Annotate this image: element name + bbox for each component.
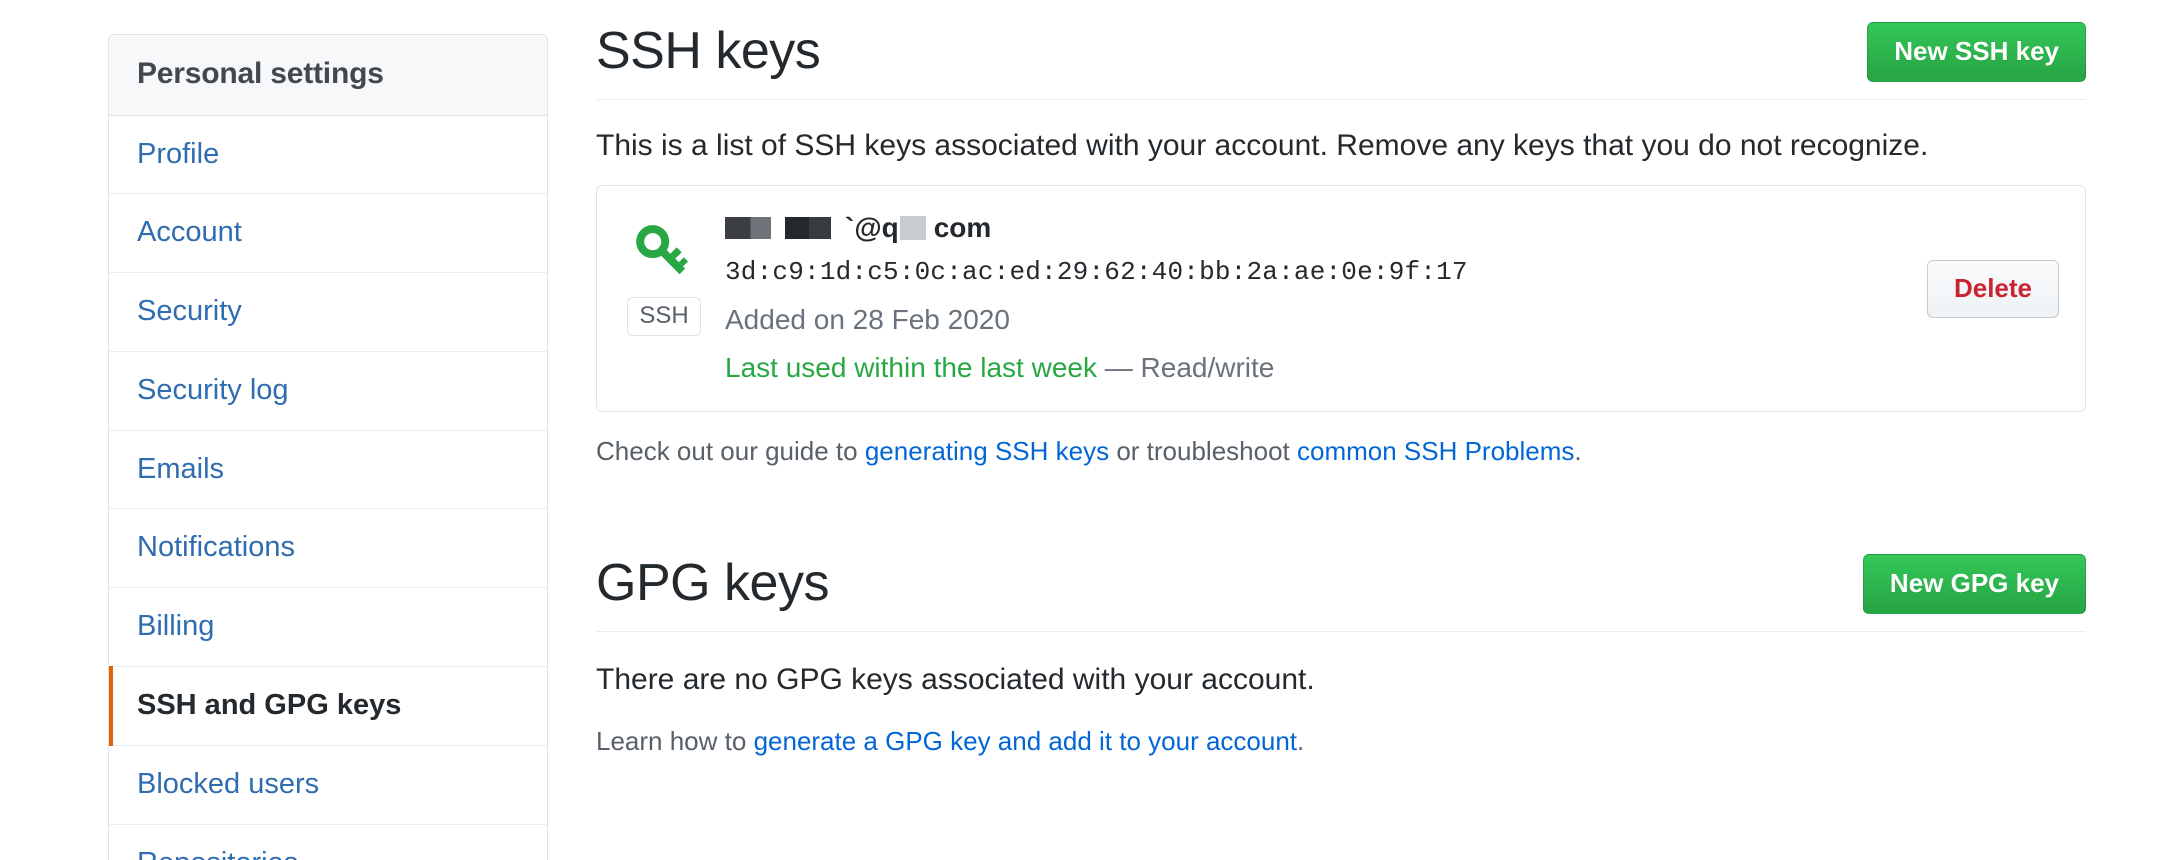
redaction-block — [725, 216, 771, 239]
sidebar-item-label: Account — [137, 216, 242, 249]
page-title: SSH keys — [596, 22, 821, 80]
settings-sidebar: Personal settings Profile Account Securi… — [108, 34, 548, 860]
ssh-key-fingerprint: 3d:c9:1d:c5:0c:ac:ed:29:62:40:bb:2a:ae:0… — [725, 257, 1468, 288]
new-gpg-key-button[interactable]: New GPG key — [1862, 553, 2086, 615]
ssh-help-suffix: . — [1574, 435, 1582, 466]
ssh-key-last-used: Last used within the last week — Read/wr… — [725, 350, 1907, 386]
ssh-key-actions: Delete — [1907, 208, 2059, 319]
ssh-key-title: `@q com — [725, 210, 1907, 245]
ssh-help-line: Check out our guide to generating SSH ke… — [596, 434, 2086, 469]
sidebar-header: Personal settings — [109, 35, 547, 116]
gpg-learn-suffix: . — [1297, 726, 1305, 757]
settings-page: Personal settings Profile Account Securi… — [0, 0, 2172, 860]
ssh-key-card: SSH `@q com 3d:c9:1d:c5:0c:ac:ed:29:62:4… — [596, 185, 2086, 412]
sidebar-item-security-log[interactable]: Security log — [109, 351, 547, 431]
sidebar-item-label: Profile — [137, 137, 220, 170]
sidebar-item-blocked-users[interactable]: Blocked users — [109, 745, 547, 825]
sidebar-item-label: Billing — [137, 610, 215, 643]
ssh-key-last-used-text: Last used within the last week — [725, 352, 1097, 384]
gpg-learn-prefix: Learn how to — [596, 726, 754, 757]
sidebar-item-ssh-and-gpg-keys[interactable]: SSH and GPG keys — [109, 666, 547, 746]
generate-gpg-key-link[interactable]: generate a GPG key and add it to your ac… — [754, 726, 1297, 756]
sidebar-item-label: Security log — [137, 373, 289, 406]
ssh-key-access-level: — Read/write — [1104, 352, 1275, 384]
ssh-key-added-date: Added on 28 Feb 2020 — [725, 303, 1010, 335]
sidebar-item-label: Repositories — [137, 847, 298, 860]
ssh-key-title-visible: `@q — [845, 212, 899, 244]
ssh-key-title-suffix: com — [933, 212, 992, 244]
sidebar-item-profile[interactable]: Profile — [109, 115, 547, 195]
sidebar-item-label: Blocked users — [137, 767, 320, 800]
sidebar-item-billing[interactable]: Billing — [109, 588, 547, 668]
redaction-block — [785, 216, 831, 239]
key-icon — [635, 222, 693, 289]
delete-ssh-key-button[interactable]: Delete — [1926, 260, 2059, 319]
sidebar-item-emails[interactable]: Emails — [109, 430, 547, 510]
ssh-keys-description: This is a list of SSH keys associated wi… — [596, 129, 1929, 163]
ssh-help-prefix: Check out our guide to — [596, 435, 865, 466]
gpg-keys-section: GPG keys New GPG key There are no GPG ke… — [596, 553, 2086, 759]
ssh-key-details: `@q com 3d:c9:1d:c5:0c:ac:ed:29:62:40:bb… — [707, 208, 1907, 387]
ssh-type-badge: SSH — [627, 297, 701, 337]
gpg-empty-message: There are no GPG keys associated with yo… — [596, 663, 1315, 697]
main-content: SSH keys New SSH key This is a list of S… — [596, 22, 2086, 759]
sidebar-item-label: Security — [137, 295, 242, 328]
sidebar-item-label: Notifications — [137, 531, 295, 564]
sidebar-item-label: SSH and GPG keys — [137, 689, 402, 722]
ssh-keys-section: SSH keys New SSH key This is a list of S… — [596, 22, 2086, 469]
sidebar-item-label: Emails — [137, 452, 225, 485]
new-ssh-key-button[interactable]: New SSH key — [1867, 22, 2086, 83]
common-ssh-problems-link[interactable]: common SSH Problems — [1297, 436, 1574, 466]
gpg-section-title: GPG keys — [596, 553, 829, 612]
ssh-help-middle: or troubleshoot — [1109, 435, 1297, 466]
gpg-keys-header: GPG keys New GPG key — [596, 553, 2086, 633]
ssh-keys-header: SSH keys New SSH key — [596, 22, 2086, 101]
sidebar-item-notifications[interactable]: Notifications — [109, 509, 547, 589]
sidebar-item-account[interactable]: Account — [109, 194, 547, 274]
generating-ssh-keys-link[interactable]: generating SSH keys — [865, 436, 1109, 466]
gpg-learn-line: Learn how to generate a GPG key and add … — [596, 724, 2086, 759]
sidebar-item-repositories[interactable]: Repositories — [109, 824, 547, 860]
ssh-key-icon-column: SSH — [621, 208, 707, 337]
sidebar-item-security[interactable]: Security — [109, 273, 547, 352]
redaction-block — [899, 215, 926, 240]
